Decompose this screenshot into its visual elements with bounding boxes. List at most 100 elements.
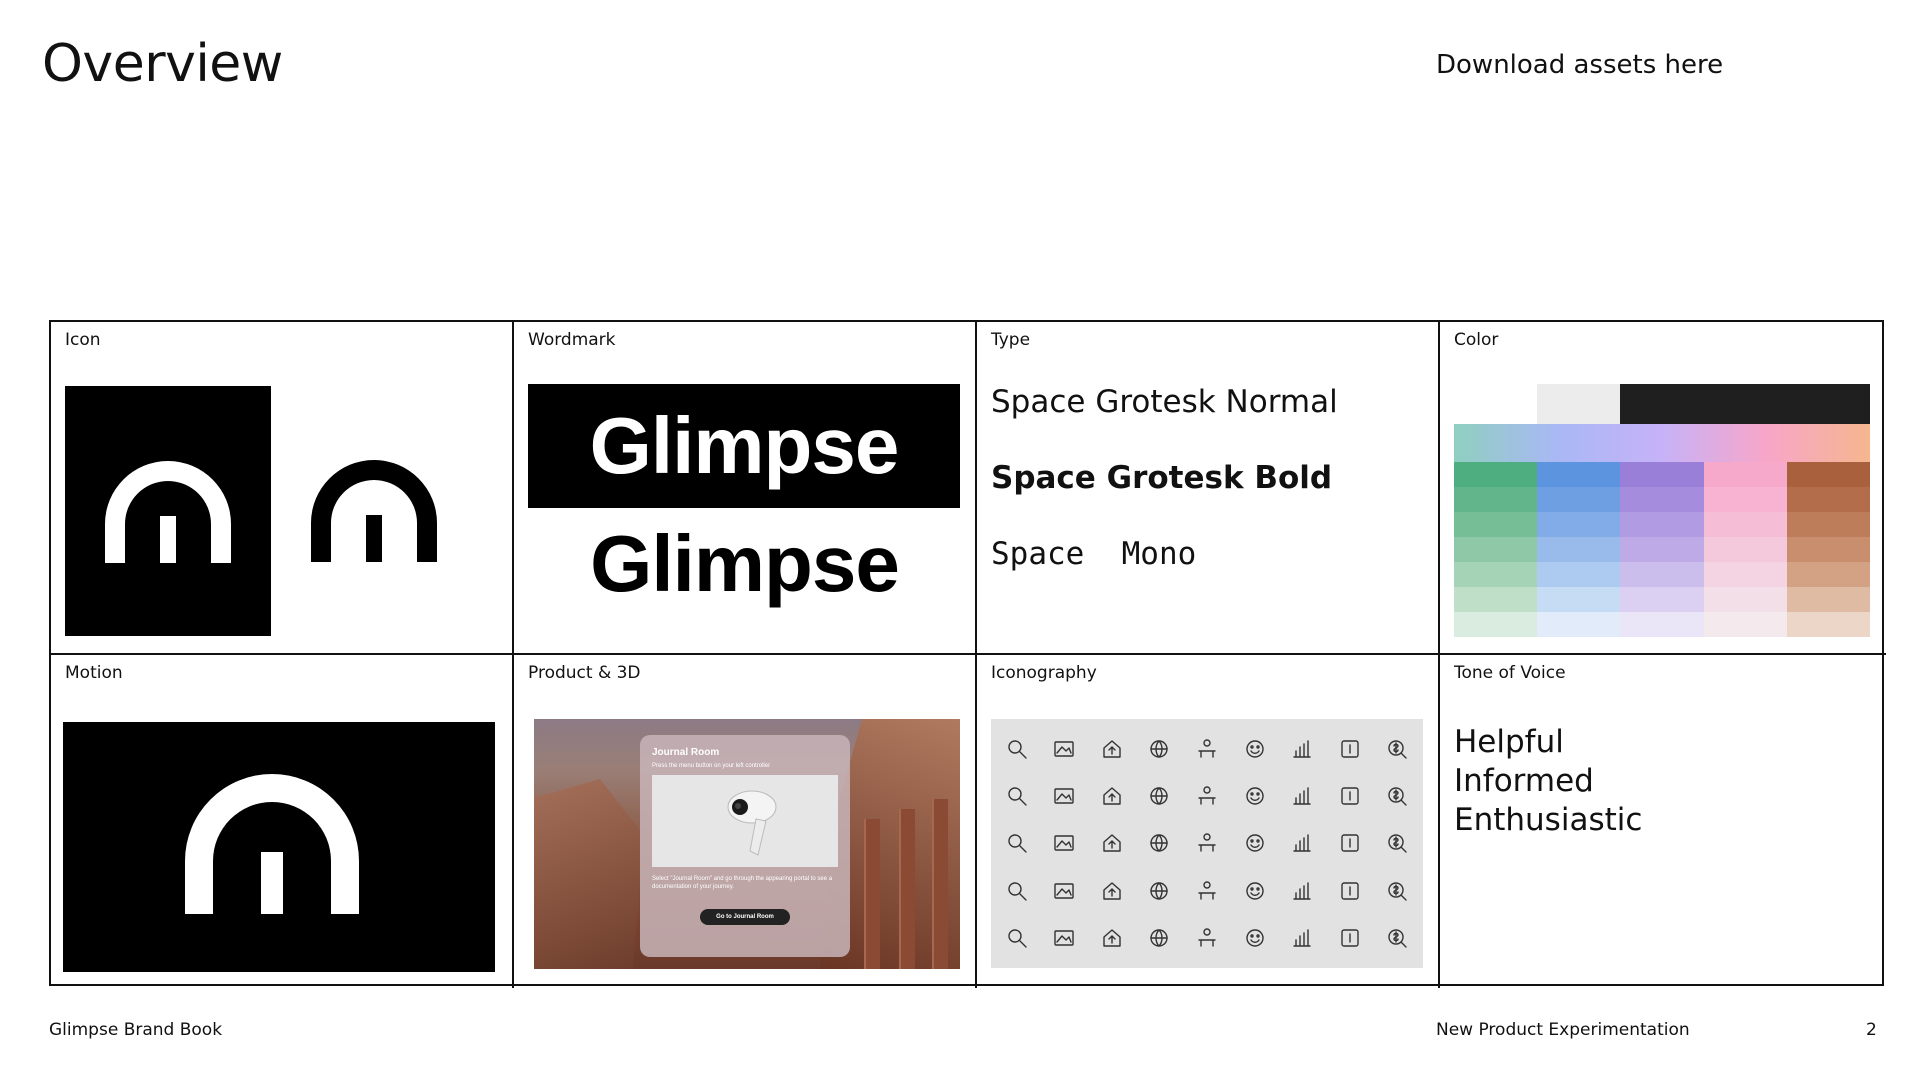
- arch-logo-icon-black: [311, 460, 437, 562]
- tone-cell[interactable]: Tone of Voice Helpful Informed Enthusias…: [1440, 655, 1886, 988]
- music-note-icon: [1136, 867, 1184, 914]
- color-swatch: [1537, 612, 1621, 637]
- color-palette: [1454, 384, 1870, 637]
- swatch-column: [1454, 462, 1538, 637]
- cell-label-iconography: Iconography: [991, 663, 1097, 683]
- swatch-column: [1786, 462, 1870, 637]
- color-swatch: [1703, 562, 1787, 587]
- icon-black-square: [65, 386, 271, 636]
- swatch-column: [1620, 462, 1704, 637]
- wifi-home-icon: [1231, 772, 1279, 819]
- product-render: Journal Room Press the menu button on yo…: [534, 719, 960, 969]
- swatch-light-gray: [1537, 384, 1620, 424]
- type-sample-bold: Space Grotesk Bold: [991, 460, 1333, 496]
- cash-stack-icon: [1136, 820, 1184, 867]
- type-sample-mono: Space Mono: [991, 536, 1197, 572]
- color-swatch: [1454, 537, 1538, 562]
- person-desk-icon: [1183, 725, 1231, 772]
- swatch-column: [1537, 462, 1621, 637]
- panel-title: Journal Room: [652, 747, 720, 758]
- color-swatch: [1703, 537, 1787, 562]
- tent-icon: [1183, 915, 1231, 962]
- color-cell[interactable]: Color: [1440, 322, 1886, 655]
- code-window-icon: [1373, 915, 1421, 962]
- document-card-icon: [1373, 820, 1421, 867]
- wordmark-black-box: Glimpse: [528, 384, 960, 508]
- home-upload-icon: [1088, 725, 1136, 772]
- page-number: 2: [1866, 1020, 1877, 1040]
- info-square-icon: [1326, 725, 1374, 772]
- dumbbell-heart-icon: [1183, 772, 1231, 819]
- motion-cell[interactable]: Motion: [51, 655, 514, 988]
- robot-chat-icon: [993, 915, 1041, 962]
- airplane-icon: [1326, 772, 1374, 819]
- image-gallery-icon: [1041, 725, 1089, 772]
- robot-icon: [1041, 915, 1089, 962]
- photo-frame-icon: [993, 867, 1041, 914]
- cell-label-color: Color: [1454, 330, 1499, 350]
- color-swatch: [1620, 587, 1704, 612]
- color-swatch: [1454, 587, 1538, 612]
- color-swatch: [1537, 512, 1621, 537]
- gradient-bar: [1454, 424, 1870, 462]
- color-swatch: [1537, 462, 1621, 487]
- heart-hands-icon: [1183, 820, 1231, 867]
- money-search-icon: [1373, 725, 1421, 772]
- color-swatch: [1454, 462, 1538, 487]
- leaf-icon: [1278, 915, 1326, 962]
- globe-heart-icon: [1136, 725, 1184, 772]
- shield-icon: [1231, 820, 1279, 867]
- panel-description: Select "Journal Room" and go through the…: [652, 876, 833, 890]
- cake-icon: [1183, 867, 1231, 914]
- chat-heart-icon: [1088, 772, 1136, 819]
- cell-label-motion: Motion: [65, 663, 123, 683]
- journal-room-panel: Journal Room Press the menu button on yo…: [640, 735, 850, 957]
- color-swatch: [1454, 612, 1538, 637]
- rock-left: [534, 779, 644, 969]
- color-swatch: [1620, 612, 1704, 637]
- color-swatch: [1537, 487, 1621, 512]
- color-swatch: [1786, 537, 1870, 562]
- download-assets-link[interactable]: Download assets here: [1436, 50, 1723, 80]
- swatch-column: [1703, 462, 1787, 637]
- pillar: [932, 799, 948, 969]
- smile-badge-icon: [1231, 725, 1279, 772]
- color-swatch: [1786, 612, 1870, 637]
- color-swatch: [1703, 487, 1787, 512]
- color-swatch: [1454, 562, 1538, 587]
- cell-label-wordmark: Wordmark: [528, 330, 616, 350]
- color-swatch: [1620, 487, 1704, 512]
- radio-tower-icon: [1326, 867, 1374, 914]
- page-title: Overview: [42, 34, 283, 94]
- product-cell[interactable]: Product & 3D Journal Room Press the menu…: [514, 655, 977, 988]
- wordmark-black: Glimpse: [590, 519, 900, 608]
- location-pin-icon: [1088, 867, 1136, 914]
- vr-headset-icon: [1041, 867, 1089, 914]
- gear-cycle-icon: [993, 820, 1041, 867]
- color-swatch: [1786, 487, 1870, 512]
- tone-word: Enthusiastic: [1454, 802, 1643, 838]
- clapperboard-icon: [1373, 867, 1421, 914]
- pillar: [899, 809, 915, 969]
- cell-label-product: Product & 3D: [528, 663, 641, 683]
- tone-word: Helpful: [1454, 724, 1564, 760]
- molecule-icon: [1088, 820, 1136, 867]
- trend-line-icon: [1231, 867, 1279, 914]
- iconography-cell[interactable]: Iconography: [977, 655, 1440, 988]
- cell-label-tone: Tone of Voice: [1454, 663, 1566, 683]
- color-swatch: [1620, 562, 1704, 587]
- go-to-journal-room-button[interactable]: Go to Journal Room: [700, 909, 790, 925]
- cell-label-icon: Icon: [65, 330, 101, 350]
- color-swatch: [1454, 512, 1538, 537]
- color-swatch: [1703, 587, 1787, 612]
- support-24-7-icon: [1041, 772, 1089, 819]
- color-swatch: [1786, 587, 1870, 612]
- type-cell[interactable]: Type Space Grotesk Normal Space Grotesk …: [977, 322, 1440, 655]
- wordmark-cell[interactable]: Wordmark Glimpse Glimpse: [514, 322, 977, 655]
- cell-label-type: Type: [991, 330, 1031, 350]
- color-swatch: [1703, 462, 1787, 487]
- tone-list: Helpful Informed Enthusiastic: [1454, 723, 1642, 840]
- gift-icon: [1136, 772, 1184, 819]
- color-swatch: [1620, 462, 1704, 487]
- icon-cell[interactable]: Icon: [51, 322, 514, 655]
